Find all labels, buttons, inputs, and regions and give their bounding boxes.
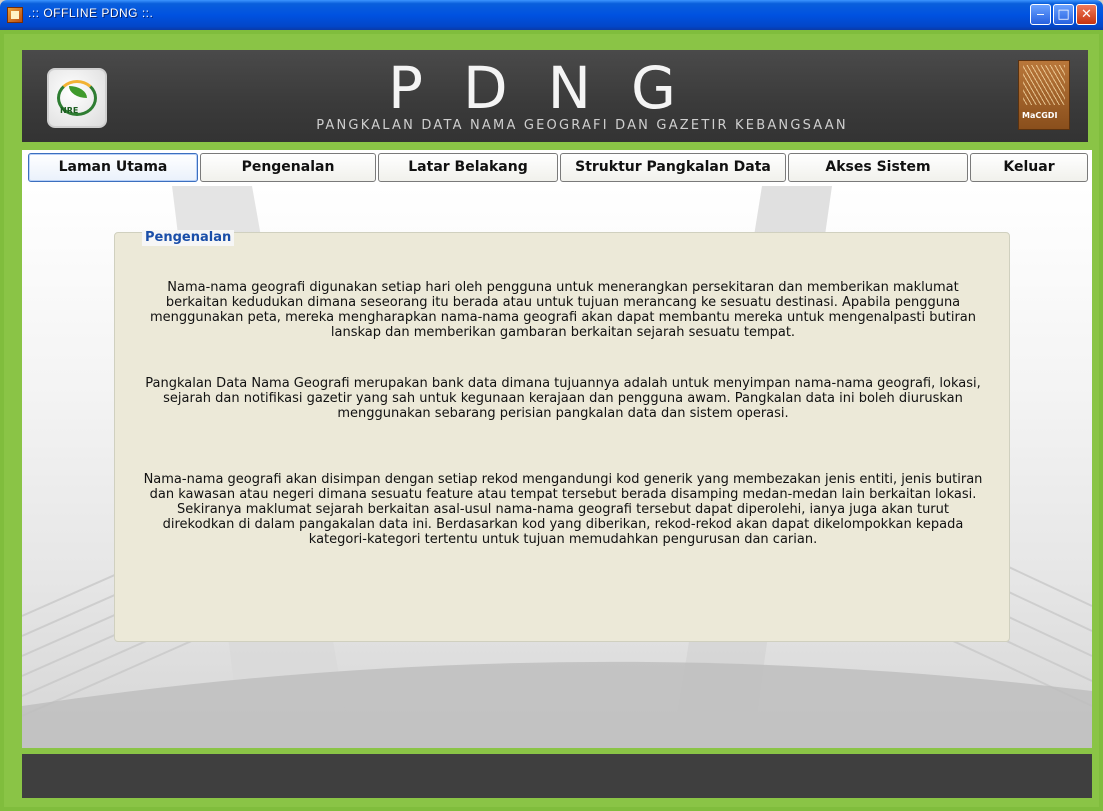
tab-struktur-pangkalan-data[interactable]: Struktur Pangkalan Data bbox=[560, 153, 786, 182]
app-title: PDNG bbox=[388, 54, 716, 122]
window-title: .:: OFFLINE PDNG ::. bbox=[28, 6, 154, 20]
tab-pengenalan[interactable]: Pengenalan bbox=[200, 153, 376, 182]
intro-paragraph-2: Pangkalan Data Nama Geografi merupakan b… bbox=[145, 376, 981, 421]
close-button[interactable]: ✕ bbox=[1076, 4, 1097, 25]
nre-logo: NRE bbox=[47, 68, 107, 128]
intro-panel-title: Pengenalan bbox=[142, 230, 235, 246]
tab-latar-belakang[interactable]: Latar Belakang bbox=[378, 153, 558, 182]
macgdi-logo: MaCGDI bbox=[1018, 60, 1070, 130]
intro-paragraph-3: Nama-nama geografi akan disimpan dengan … bbox=[143, 472, 983, 547]
tab-keluar[interactable]: Keluar bbox=[970, 153, 1088, 182]
maximize-button[interactable]: □ bbox=[1053, 4, 1074, 25]
nre-logo-text: NRE bbox=[60, 106, 79, 115]
antenna-lines-icon bbox=[1023, 65, 1065, 105]
title-bar[interactable]: .:: OFFLINE PDNG ::. ‒ □ ✕ bbox=[0, 0, 1103, 30]
close-icon: ✕ bbox=[1081, 7, 1092, 22]
header-banner: NRE PDNG PANGKALAN DATA NAMA GEOGRAFI DA… bbox=[22, 50, 1088, 142]
nav-tabs: Laman Utama Pengenalan Latar Belakang St… bbox=[22, 150, 1092, 186]
minimize-button[interactable]: ‒ bbox=[1030, 4, 1051, 25]
tab-laman-utama[interactable]: Laman Utama bbox=[28, 153, 198, 182]
app-icon[interactable] bbox=[7, 7, 23, 23]
footer-bar bbox=[22, 754, 1092, 798]
main-content: Pengenalan Nama-nama geografi digunakan … bbox=[22, 186, 1092, 748]
macgdi-logo-text: MaCGDI bbox=[1022, 111, 1058, 120]
intro-paragraph-1: Nama-nama geografi digunakan setiap hari… bbox=[150, 280, 976, 340]
minimize-icon: ‒ bbox=[1036, 7, 1045, 22]
tab-akses-sistem[interactable]: Akses Sistem bbox=[788, 153, 968, 182]
maximize-icon: □ bbox=[1057, 7, 1070, 22]
app-subtitle: PANGKALAN DATA NAMA GEOGRAFI DAN GAZETIR… bbox=[316, 118, 848, 133]
